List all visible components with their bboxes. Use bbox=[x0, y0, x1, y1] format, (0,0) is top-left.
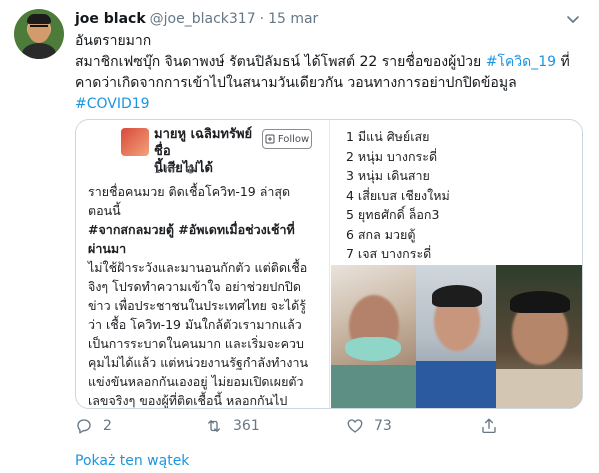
tweet-text-line: คาดว่าเกิดจากการเข้าไปในสนามวันเดียวกัน … bbox=[75, 73, 575, 94]
reply-button[interactable]: 2 bbox=[75, 417, 112, 435]
tweet-text-segment: คาดว่าเกิดจากการเข้าไปในสนามวันเดียวกัน … bbox=[75, 75, 517, 91]
retweet-count: 361 bbox=[233, 418, 260, 434]
media-image-photos[interactable] bbox=[331, 265, 582, 408]
handle[interactable]: @joe_black317 bbox=[150, 11, 256, 27]
post-body-line: ผ่านมา bbox=[88, 241, 127, 256]
post-body-line: จิงๆ โปรดทำความเข้าใจ อย่าช่วยปกปิด bbox=[88, 279, 301, 294]
photo-person-2 bbox=[416, 265, 496, 408]
list-item: 6 สกล มวยตู้ bbox=[346, 226, 416, 242]
tweet[interactable]: joe black @joe_black317 · 15 mar อันตราย… bbox=[0, 0, 599, 473]
post-time: 1 hr · bbox=[154, 163, 196, 176]
list-item: 2 หนุ่ม บางกระดี่ bbox=[346, 148, 438, 164]
tweet-header: joe black @joe_black317 · 15 mar bbox=[75, 9, 581, 29]
tweet-text-line: อันตรายมาก bbox=[75, 31, 575, 52]
tweet-text-line: สมาชิกเฟซบุ๊ก จินดาพงษ์ รัตนปิลัมธน์ ได้… bbox=[75, 52, 575, 73]
reply-icon bbox=[77, 419, 91, 434]
tweet-text-line: #COVID19 bbox=[75, 94, 575, 115]
follow-button: Follow bbox=[262, 129, 312, 149]
follow-icon bbox=[265, 134, 275, 144]
tweet-text-segment: ที่ bbox=[556, 54, 570, 70]
tweet-text-segment: อันตรายมาก bbox=[75, 33, 152, 49]
post-body-line: คุมไม่ได้แล้ว แต่หน่วยงานรัฐกำลังทำงาน bbox=[88, 355, 309, 370]
post-body-line: ไม่ใช้ฝ้าระวังและมานอนกักตัว แต่ติดเชื้อ bbox=[88, 260, 308, 275]
retweet-button[interactable]: 361 bbox=[205, 417, 260, 435]
list-item: 4 เสี่ยเบส เชียงใหม่ bbox=[346, 187, 450, 203]
post-body-line: เลขจริงๆ ของผู้ที่ติดเชื้อนี้ หลอกกันไป bbox=[88, 393, 288, 408]
tweet-text-segment: สมาชิกเฟซบุ๊ก จินดาพงษ์ รัตนปิลัมธน์ ได้… bbox=[75, 54, 486, 70]
list-item: 1 มีแน่ ศิษย์เสย bbox=[346, 129, 430, 144]
globe-icon bbox=[186, 165, 196, 174]
chevron-down-icon[interactable] bbox=[565, 11, 581, 27]
post-avatar bbox=[121, 128, 149, 156]
media-image-facebook-post[interactable]: มายหู เฉลิมทรัพย์ ชื่อ นี้เสียไม่ได้ 1 h… bbox=[76, 120, 330, 408]
photo-person-1 bbox=[331, 265, 416, 408]
post-body-line: ตอนนี้ bbox=[88, 203, 121, 218]
avatar[interactable] bbox=[14, 9, 64, 59]
tweet-actions: 2 361 73 bbox=[75, 417, 498, 437]
post-body-line: แข่งขันหลอกกันเองอยู่ ไม่ยอมเปิดเผยตัว bbox=[88, 374, 304, 389]
timestamp[interactable]: 15 mar bbox=[268, 11, 318, 27]
post-body-line: รายชื่อคนมวย ติดเชื้อโควิท-19 ล่าสุด bbox=[88, 184, 291, 199]
separator-dot: · bbox=[259, 11, 265, 27]
display-name[interactable]: joe black bbox=[75, 11, 146, 27]
like-count: 73 bbox=[374, 418, 392, 434]
post-body-line: เป็นการระบาดในคนมาก และเริ่มจะควบ bbox=[88, 336, 304, 351]
tweet-text: อันตรายมากสมาชิกเฟซบุ๊ก จินดาพงษ์ รัตนปิ… bbox=[75, 31, 575, 115]
show-thread-link[interactable]: Pokaż ten wątek bbox=[75, 453, 189, 469]
list-item: 7 เจส บางกระดี่ bbox=[346, 246, 432, 261]
post-body-line: #จากสกลมวยตู้ #อัพเดทเมื่อช่วงเช้าที่ bbox=[88, 222, 295, 237]
share-button[interactable] bbox=[480, 417, 498, 435]
media-grid[interactable]: มายหู เฉลิมทรัพย์ ชื่อ นี้เสียไม่ได้ 1 h… bbox=[75, 119, 583, 409]
share-icon bbox=[482, 418, 496, 434]
hashtag-link[interactable]: #COVID19 bbox=[75, 96, 150, 112]
heart-icon bbox=[347, 419, 363, 433]
post-body-line: ข่าว เพื่อประชาชนในประเทศไทย จะได้รู้ bbox=[88, 298, 306, 313]
list-item: 3 หนุ่ม เดินสาย bbox=[346, 168, 430, 183]
media-image-name-list[interactable]: 1 มีแน่ ศิษย์เสย 2 หนุ่ม บางกระดี่ 3 หนุ่ม… bbox=[331, 120, 582, 268]
retweet-icon bbox=[208, 420, 220, 432]
hashtag-link[interactable]: #โควิด_19 bbox=[486, 54, 556, 70]
reply-count: 2 bbox=[103, 418, 112, 434]
list-item: 5 ยุทธศักดิ์ ล็อก3 bbox=[346, 207, 440, 222]
photo-person-3 bbox=[496, 265, 582, 408]
post-body: รายชื่อคนมวย ติดเชื้อโควิท-19 ล่าสุดตอนน… bbox=[88, 182, 320, 408]
like-button[interactable]: 73 bbox=[346, 417, 392, 435]
post-body-line: ว่า เชื้อ โควิท-19 มันใกล้ตัวเรามากแล้ว bbox=[88, 317, 302, 332]
